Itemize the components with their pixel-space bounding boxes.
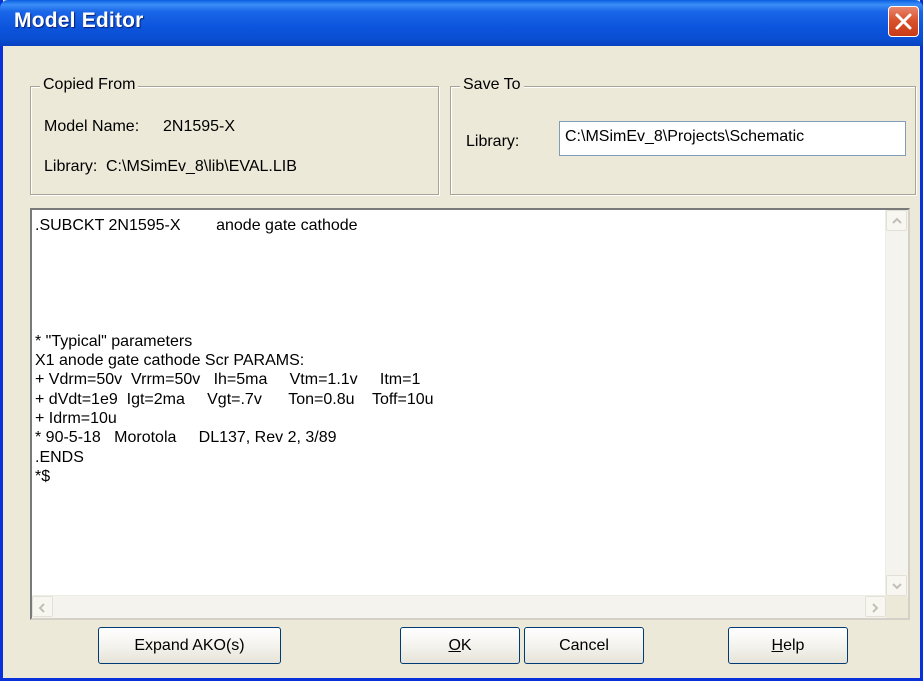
close-button[interactable] [888,6,919,37]
model-name-label: Model Name: [44,118,140,135]
copied-from-legend: Copied From [40,76,139,94]
help-button[interactable]: Help [728,627,848,664]
save-library-input[interactable]: C:\MSimEv_8\Projects\Schematic [559,121,906,156]
scroll-up-arrow-icon [892,217,902,224]
ok-button[interactable]: OK [400,627,520,664]
scroll-down-arrow-icon [892,583,902,590]
copied-library-value: C:\MSimEv_8\lib\EVAL.LIB [106,158,297,175]
model-text-editor[interactable]: .SUBCKT 2N1595-X anode gate cathode * "T… [30,208,910,620]
horizontal-scrollbar[interactable] [32,595,886,618]
copied-from-group: Copied From Model Name: 2N1595-X Library… [30,76,439,195]
save-library-label: Library: [466,133,520,150]
cancel-button[interactable]: Cancel [524,627,644,664]
scroll-right-arrow-icon [872,603,879,613]
expand-ako-label: Expand AKO(s) [134,637,245,654]
copied-library-label: Library: [44,158,98,175]
model-text-content[interactable]: .SUBCKT 2N1595-X anode gate cathode * "T… [35,216,884,594]
vertical-scrollbar[interactable] [885,210,908,596]
window-title: Model Editor [14,9,144,32]
save-to-group: Save To Library: C:\MSimEv_8\Projects\Sc… [450,76,916,195]
ok-label-rest: K [460,637,472,654]
close-icon [895,13,912,30]
model-editor-window: Model Editor Copied From Model Name: 2N1… [0,0,923,681]
scroll-up-button[interactable] [886,210,907,231]
scroll-left-button[interactable] [32,596,53,617]
cancel-label: Cancel [559,637,609,654]
title-bar[interactable]: Model Editor [0,0,923,46]
scroll-corner [886,596,908,618]
scroll-down-button[interactable] [886,575,907,596]
help-mnemonic: H [771,637,784,654]
help-label-rest: elp [783,637,805,654]
ok-mnemonic: O [448,637,461,654]
scroll-left-arrow-icon [38,603,45,613]
save-to-legend: Save To [460,76,524,94]
model-name-value: 2N1595-X [163,118,236,135]
scroll-right-button[interactable] [865,596,886,617]
expand-ako-button[interactable]: Expand AKO(s) [98,627,281,664]
